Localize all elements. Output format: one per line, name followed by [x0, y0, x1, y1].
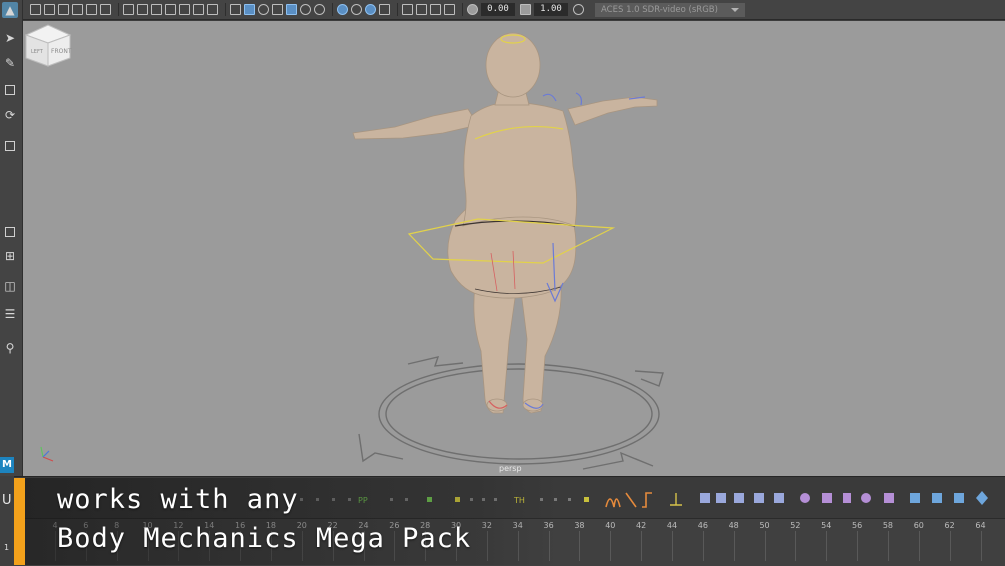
ambient-occlusion-icon[interactable]	[337, 4, 348, 15]
rotate-tool-icon[interactable]: ⟳	[2, 107, 18, 123]
safe-title-icon[interactable]	[207, 4, 218, 15]
divider	[225, 3, 226, 16]
timeline-tick-line	[641, 531, 643, 561]
color-management-icon[interactable]	[573, 4, 584, 15]
resolution-gate-icon[interactable]	[151, 4, 162, 15]
timeline-tick-line	[702, 531, 704, 561]
timeline-tick-label: 40	[605, 521, 616, 530]
tool-box: ▲ ➤ ✎ ⟳ ⊞ ◫ ☰ ⚲ M	[0, 0, 23, 476]
single-perspective-layout-icon[interactable]	[2, 224, 18, 240]
lights-icon[interactable]	[300, 4, 311, 15]
lasso-tool-icon[interactable]: ➤	[2, 30, 18, 46]
shadows-icon[interactable]	[314, 4, 325, 15]
caption-accent-bar	[14, 478, 25, 565]
viewcube-front-label: FRONT	[51, 48, 72, 55]
viewcube-left-label: LEFT	[31, 49, 44, 55]
timeline-tick-label: 50	[759, 521, 770, 530]
timeline-tick-line	[857, 531, 859, 561]
isolate-select-icon[interactable]	[402, 4, 413, 15]
default-material-icon[interactable]	[258, 4, 269, 15]
timeline-tick-label: 42	[636, 521, 647, 530]
caption-line-2: Body Mechanics Mega Pack	[57, 523, 472, 554]
camera-name-label: persp	[499, 464, 522, 473]
wireframe-icon[interactable]	[230, 4, 241, 15]
depth-of-field-icon[interactable]	[379, 4, 390, 15]
gamma-icon[interactable]	[520, 4, 531, 15]
color-space-dropdown[interactable]: ACES 1.0 SDR-video (sRGB)	[595, 2, 745, 17]
gate-mask-icon[interactable]	[165, 4, 176, 15]
camera-attributes-icon[interactable]	[44, 4, 55, 15]
bookmark-icon[interactable]	[58, 4, 69, 15]
shaded-wireframe-icon[interactable]	[272, 4, 283, 15]
four-view-layout-icon[interactable]: ⊞	[2, 248, 18, 264]
timeline-tick-line	[672, 531, 673, 561]
timeline-tick-label: 54	[821, 521, 832, 530]
viewcube-icon[interactable]: LEFT FRONT	[23, 21, 73, 67]
viewport-panel-toolbar: 0.00 1.00 ACES 1.0 SDR-video (sRGB)	[0, 0, 1005, 20]
select-tool-icon[interactable]: ▲	[2, 2, 18, 18]
xray-components-icon[interactable]	[444, 4, 455, 15]
motion-blur-icon[interactable]	[351, 4, 362, 15]
character-model[interactable]	[352, 32, 658, 414]
field-chart-icon[interactable]	[179, 4, 190, 15]
timeline-tick-line	[949, 531, 951, 561]
two-pane-layout-icon[interactable]: ◫	[2, 278, 18, 294]
divider	[397, 3, 398, 16]
timeline-tick-label: 62	[944, 521, 955, 530]
current-frame: 1	[4, 543, 10, 552]
timeline-tick-line	[918, 531, 920, 561]
viewport-scene	[40, 32, 664, 470]
outliner-layout-icon[interactable]: ☰	[2, 306, 18, 322]
xray-icon[interactable]	[416, 4, 427, 15]
timeline-tick-label: 58	[882, 521, 894, 530]
xray-joints-icon[interactable]	[430, 4, 441, 15]
timeline-tick-label: 44	[666, 521, 678, 530]
frame-side-panel: U 1	[0, 476, 14, 565]
timeline-tick-line	[887, 531, 889, 561]
timeline-tick-label: 64	[975, 521, 986, 530]
anti-aliasing-icon[interactable]	[365, 4, 376, 15]
grease-pencil-icon[interactable]	[100, 4, 111, 15]
smooth-shade-icon[interactable]	[244, 4, 255, 15]
timeline-tick-line	[579, 531, 581, 561]
exposure-field[interactable]: 0.00	[481, 3, 515, 16]
textured-icon[interactable]	[286, 4, 297, 15]
timeline-tick-label: 60	[913, 521, 924, 530]
camera-icon[interactable]	[30, 4, 41, 15]
maya-logo-icon: M	[0, 457, 14, 473]
move-tool-icon[interactable]	[2, 82, 18, 98]
paint-select-icon[interactable]: ✎	[2, 55, 18, 71]
gamma-field[interactable]: 1.00	[534, 3, 568, 16]
exposure-icon[interactable]	[467, 4, 478, 15]
scale-tool-icon[interactable]	[2, 138, 18, 154]
timeline-tick-label: 38	[574, 521, 585, 530]
pencil-icon[interactable]	[86, 4, 97, 15]
timeline-tick-line	[610, 531, 612, 561]
grid-icon[interactable]	[123, 4, 134, 15]
undo-icon[interactable]: U	[2, 493, 12, 508]
timeline-tick-label: 52	[790, 521, 801, 530]
color-space-value: ACES 1.0 SDR-video (sRGB)	[601, 4, 718, 15]
root-control-ring[interactable]	[378, 363, 660, 465]
film-gate-icon[interactable]	[137, 4, 148, 15]
timeline-tick-label: 46	[697, 521, 708, 530]
perspective-viewport[interactable]: LEFT FRONT persp	[23, 21, 1005, 476]
divider	[462, 3, 463, 16]
divider	[118, 3, 119, 16]
caption-line-1: works with any	[57, 484, 299, 515]
timeline-tick-line	[733, 531, 735, 561]
timeline-tick-label: 48	[728, 521, 739, 530]
image-plane-icon[interactable]	[72, 4, 83, 15]
timeline-tick-line	[980, 531, 982, 561]
timeline-tick-label: 56	[852, 521, 863, 530]
search-icon[interactable]: ⚲	[2, 340, 18, 356]
divider	[332, 3, 333, 16]
view-axis-gizmo	[40, 446, 54, 462]
safe-action-icon[interactable]	[193, 4, 204, 15]
timeline-tick-line	[795, 531, 797, 561]
chevron-down-icon	[731, 7, 739, 12]
timeline-tick-line	[764, 531, 766, 561]
timeline-tick-line	[826, 531, 828, 561]
root-control-arrows[interactable]	[358, 356, 664, 470]
